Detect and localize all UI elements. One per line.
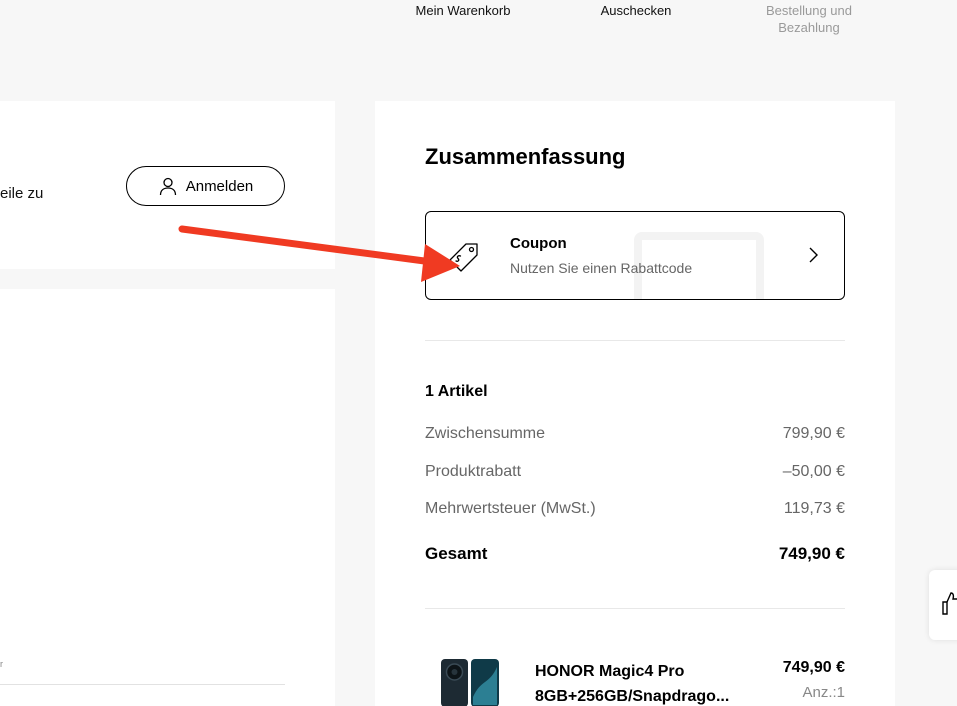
- items-count: 1 Artikel: [425, 383, 488, 400]
- summary-title: Zusammenfassung: [425, 144, 626, 169]
- subtotal-label: Zwischensumme: [425, 425, 546, 442]
- thumbs-up-icon: [942, 592, 957, 615]
- feedback-widget[interactable]: [929, 570, 957, 640]
- vat-label: Mehrwertsteuer (MwSt.): [425, 500, 596, 517]
- subtotal-value: 799,90 €: [782, 425, 845, 442]
- login-button[interactable]: Anmelden: [126, 166, 285, 206]
- divider: [425, 340, 845, 341]
- step-checkout[interactable]: Auschecken: [576, 2, 696, 19]
- order-summary: Zusammenfassung Coupon Nutzen Sie einen …: [375, 101, 895, 706]
- coupon-title: Coupon: [510, 235, 567, 252]
- footnote-text: r: [0, 659, 3, 669]
- tag-icon: [449, 243, 478, 272]
- vat-value: 119,73 €: [783, 500, 845, 517]
- step-order-payment: Bestellung und Bezahlung: [765, 3, 852, 35]
- login-button-label: Anmelden: [185, 177, 254, 195]
- discount-label: Produktrabatt: [425, 463, 522, 480]
- total-row: Gesamt 749,90 €: [425, 544, 845, 564]
- discount-value: –50,00 €: [782, 463, 845, 480]
- product-image[interactable]: [439, 657, 501, 706]
- subtotal-row: Zwischensumme 799,90 €: [425, 425, 845, 443]
- product-price: 749,90 €: [782, 659, 845, 676]
- discount-row: Produktrabatt –50,00 €: [425, 463, 845, 481]
- product-name[interactable]: HONOR Magic4 Pro 8GB+256GB/Snapdrago...: [535, 659, 735, 706]
- total-value: 749,90 €: [778, 544, 845, 563]
- product-name-line2: 8GB+256GB/Snapdrago...: [535, 688, 730, 705]
- total-label: Gesamt: [425, 544, 488, 563]
- login-card: eile zu Anmelden: [0, 101, 335, 269]
- coupon-button[interactable]: Coupon Nutzen Sie einen Rabattcode: [425, 211, 845, 300]
- product-name-line1: HONOR Magic4 Pro: [535, 663, 685, 680]
- cart-items-card: r: [0, 289, 335, 706]
- chevron-right-icon: [809, 247, 818, 263]
- divider: [0, 684, 285, 685]
- coupon-subtitle: Nutzen Sie einen Rabattcode: [510, 260, 693, 276]
- step-cart[interactable]: Mein Warenkorb: [400, 2, 526, 19]
- product-quantity: Anz.:1: [802, 684, 845, 701]
- divider: [425, 608, 845, 609]
- checkout-steps: Mein Warenkorb Auschecken Bestellung und…: [0, 0, 957, 60]
- user-icon: [159, 177, 176, 196]
- login-hint-text: eile zu: [0, 185, 44, 202]
- vat-row: Mehrwertsteuer (MwSt.) 119,73 €: [425, 500, 845, 518]
